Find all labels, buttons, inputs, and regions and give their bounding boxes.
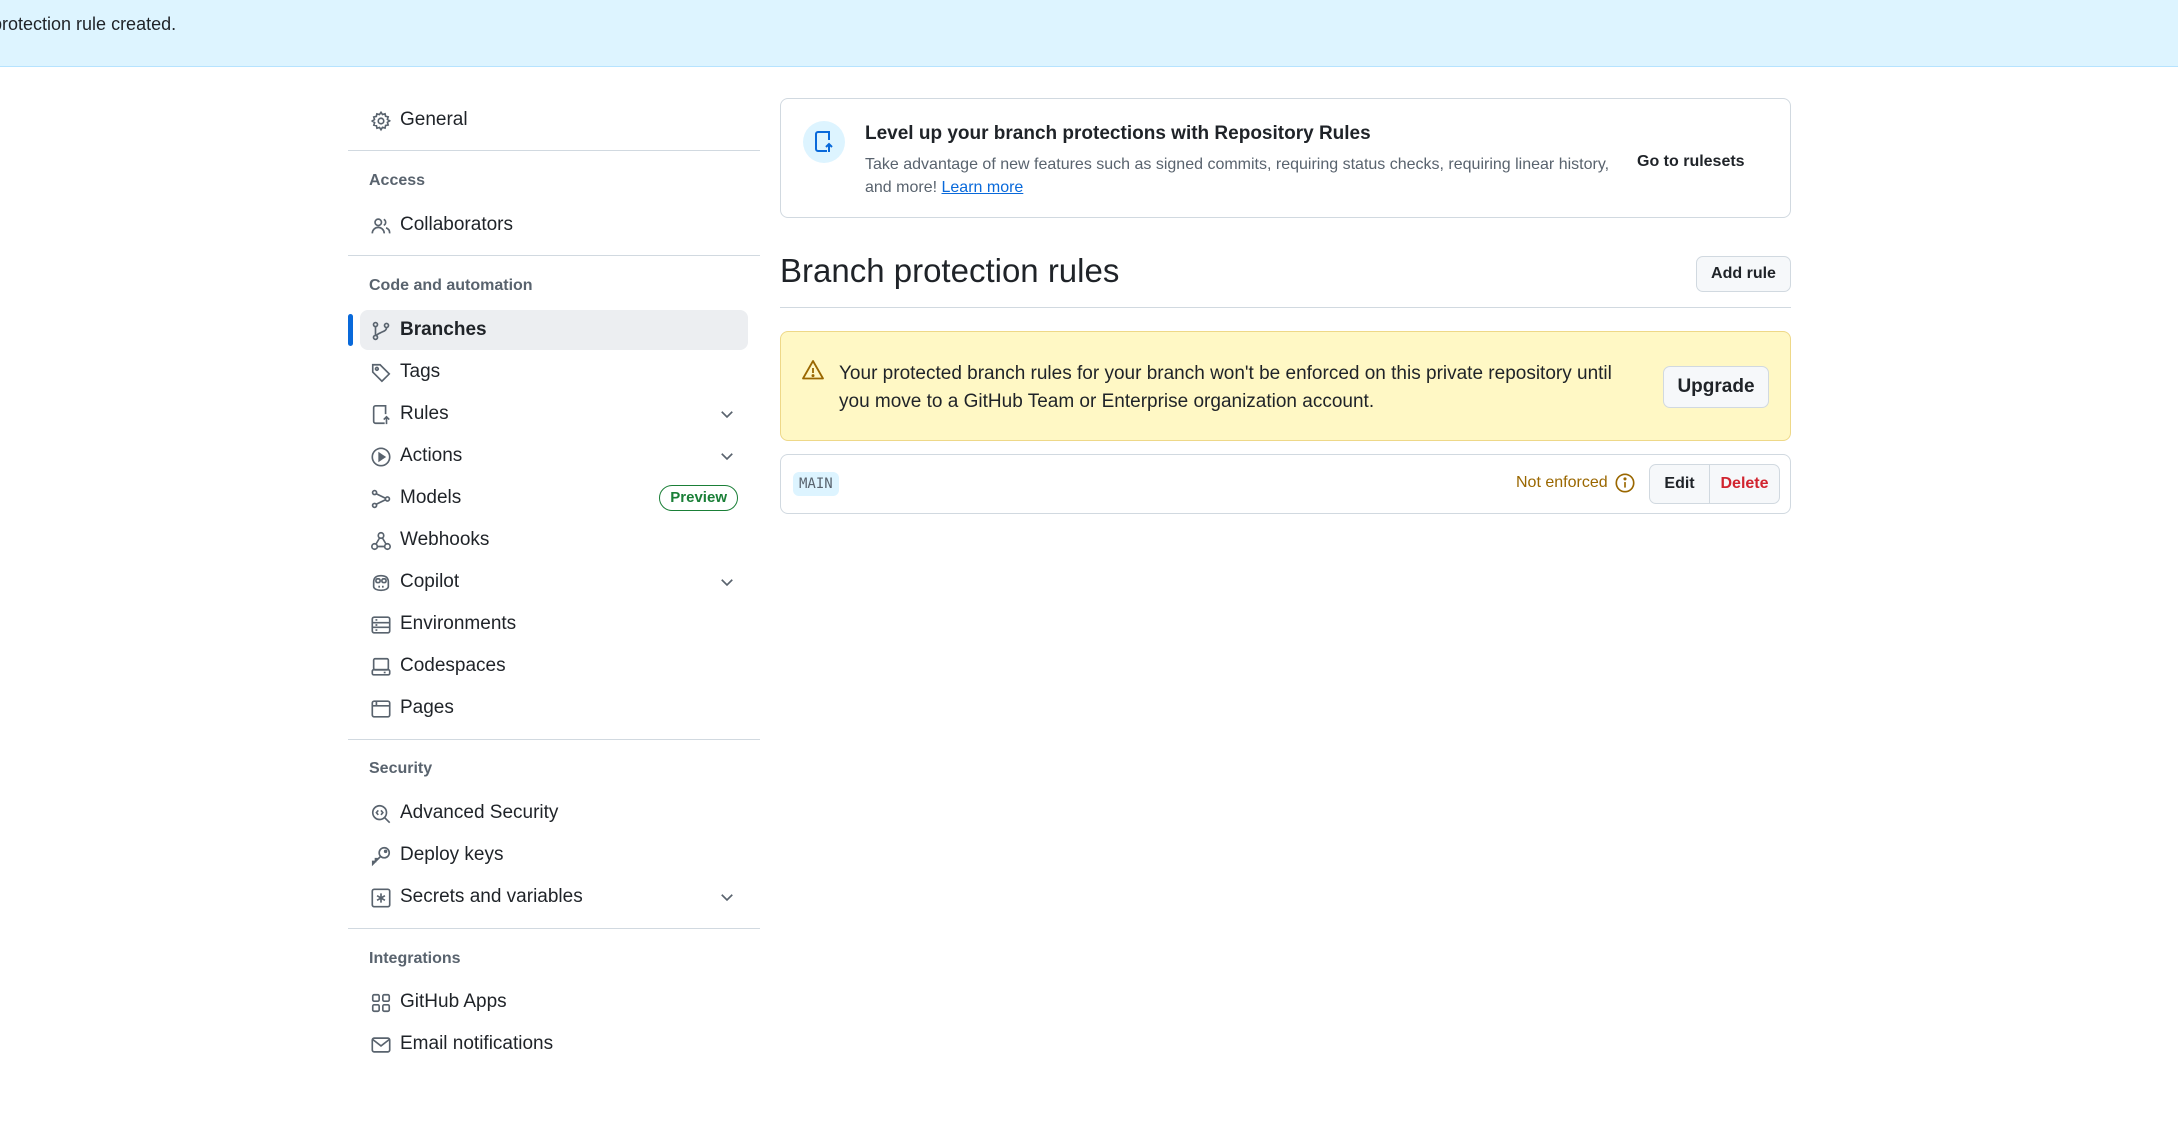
copilot-icon: [370, 572, 392, 594]
sidebar-item-actions[interactable]: Actions: [360, 436, 748, 476]
sidebar-item-models[interactable]: Models Preview: [360, 478, 748, 518]
sidebar-item-copilot[interactable]: Copilot: [360, 562, 748, 602]
sidebar-item-codespaces[interactable]: Codespaces: [360, 646, 748, 686]
section-title-integrations: Integrations: [369, 950, 461, 967]
codespaces-icon: [370, 656, 392, 678]
tag-icon: [370, 362, 392, 384]
sidebar-item-email-notifications[interactable]: Email notifications: [360, 1024, 748, 1064]
webhook-icon: [370, 530, 392, 552]
chevron-down-icon: [721, 453, 733, 461]
sidebar-item-environments[interactable]: Environments: [360, 604, 748, 644]
sidebar-item-label: Environments: [400, 613, 517, 634]
sidebar-item-advanced-security[interactable]: Advanced Security: [360, 793, 748, 833]
sidebar-item-label: Tags: [400, 361, 441, 382]
gear-icon: [370, 110, 392, 132]
sidebar-item-general[interactable]: General: [360, 100, 748, 140]
go-to-rulesets-button[interactable]: Go to rulesets: [1637, 153, 1745, 171]
sidebar-item-collaborators[interactable]: Collaborators: [360, 205, 748, 245]
section-title-security: Security: [369, 760, 433, 777]
sidebar-item-label: Advanced Security: [400, 802, 559, 823]
warning-message: Your protected branch rules for your bra…: [839, 363, 1612, 412]
sidebar-item-label: Copilot: [400, 571, 460, 592]
repo-push-icon: [803, 121, 845, 163]
sidebar-item-webhooks[interactable]: Webhooks: [360, 520, 748, 560]
sidebar-item-label: Deploy keys: [400, 844, 504, 865]
sidebar-item-label: Branches: [400, 319, 487, 340]
sidebar-item-secrets-variables[interactable]: Secrets and variables: [360, 877, 748, 917]
sidebar-item-label: Pages: [400, 697, 454, 718]
sidebar-divider: [348, 928, 760, 929]
codescan-icon: [370, 803, 392, 825]
chevron-down-icon: [721, 579, 733, 587]
sidebar-item-pages[interactable]: Pages: [360, 688, 748, 728]
upgrade-button[interactable]: Upgrade: [1663, 366, 1769, 408]
branch-rule-row: MAIN Not enforced Edit Delete: [780, 454, 1791, 514]
asterisk-icon: [370, 887, 392, 909]
alert-icon: [802, 360, 824, 380]
models-icon: [370, 488, 392, 510]
sidebar-item-label: Actions: [400, 445, 463, 466]
sidebar-item-rules[interactable]: Rules: [360, 394, 748, 434]
sidebar-divider: [348, 255, 760, 256]
sidebar-item-github-apps[interactable]: GitHub Apps: [360, 982, 748, 1022]
sidebar-divider: [348, 739, 760, 740]
repo-push-icon: [370, 404, 392, 426]
enforcement-status: Not enforced: [1516, 474, 1608, 491]
server-icon: [370, 614, 392, 636]
add-rule-button[interactable]: Add rule: [1696, 256, 1791, 292]
sidebar-item-label: General: [400, 109, 468, 130]
sidebar-divider: [348, 150, 760, 151]
edit-button[interactable]: Edit: [1650, 465, 1710, 503]
sidebar-item-branches[interactable]: Branches: [360, 310, 748, 350]
apps-icon: [370, 992, 392, 1014]
flash-message: protection rule created.: [0, 14, 177, 34]
info-icon[interactable]: [1614, 472, 1636, 494]
title-divider: [780, 307, 1791, 308]
promo-description: Take advantage of new features such as s…: [865, 153, 1635, 199]
people-icon: [370, 215, 392, 237]
sidebar-item-label: Email notifications: [400, 1033, 554, 1054]
chevron-down-icon: [721, 894, 733, 902]
sidebar-item-label: Models: [400, 487, 462, 508]
upgrade-warning: Your protected branch rules for your bra…: [780, 331, 1791, 441]
browser-icon: [370, 698, 392, 720]
section-title-code-automation: Code and automation: [369, 277, 533, 294]
section-title-access: Access: [369, 172, 426, 189]
learn-more-link[interactable]: Learn more: [942, 179, 1024, 196]
delete-button[interactable]: Delete: [1710, 465, 1779, 503]
sidebar-item-tags[interactable]: Tags: [360, 352, 748, 392]
sidebar-item-label: Codespaces: [400, 655, 506, 676]
play-icon: [370, 446, 392, 468]
selected-indicator: [348, 314, 353, 346]
page-title: Branch protection rules: [780, 252, 1120, 289]
git-branch-icon: [370, 320, 392, 342]
key-icon: [370, 845, 392, 867]
sidebar-item-label: Secrets and variables: [400, 886, 583, 907]
sidebar-item-label: Webhooks: [400, 529, 490, 550]
repository-rules-promo: Level up your branch protections with Re…: [780, 98, 1791, 218]
chevron-down-icon: [721, 411, 733, 419]
branch-name[interactable]: MAIN: [793, 472, 839, 496]
rule-actions: Edit Delete: [1649, 464, 1780, 504]
promo-title: Level up your branch protections with Re…: [865, 123, 1371, 144]
preview-badge: Preview: [659, 485, 738, 511]
mail-icon: [370, 1034, 392, 1056]
sidebar-item-label: Collaborators: [400, 214, 513, 235]
sidebar-item-deploy-keys[interactable]: Deploy keys: [360, 835, 748, 875]
sidebar-item-label: GitHub Apps: [400, 991, 507, 1012]
flash-banner: protection rule created.: [0, 0, 2178, 67]
sidebar-item-label: Rules: [400, 403, 449, 424]
